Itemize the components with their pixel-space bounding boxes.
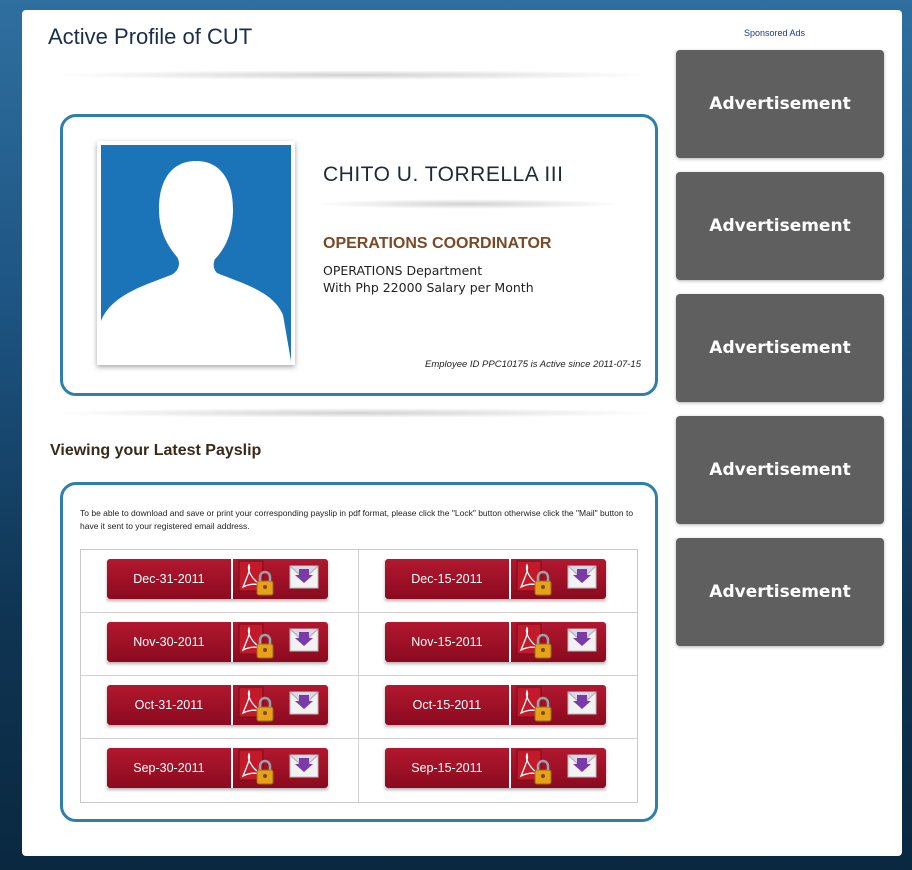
advertisement-box[interactable]: Advertisement	[676, 172, 884, 280]
payslip-button-group: Dec-15-2011	[385, 559, 606, 599]
payslip-cell: Nov-30-2011	[81, 613, 359, 676]
employee-position: OPERATIONS COORDINATOR	[323, 235, 552, 252]
payslip-date-button[interactable]: Oct-31-2011	[107, 685, 231, 725]
payslip-button-group: Oct-31-2011	[107, 685, 328, 725]
payslip-date-button[interactable]: Nov-30-2011	[107, 622, 231, 662]
mail-icon[interactable]	[567, 691, 597, 715]
payslip-actions	[510, 622, 606, 662]
payslip-actions	[510, 559, 606, 599]
payslip-actions	[232, 748, 328, 788]
payslip-button-group: Sep-15-2011	[385, 748, 606, 788]
payslip-section-title: Viewing your Latest Payslip	[50, 442, 262, 459]
payslip-actions	[510, 685, 606, 725]
employee-name: CHITO U. TORRELLA III	[323, 163, 564, 186]
payslip-actions	[510, 748, 606, 788]
pdf-lock-icon[interactable]	[515, 685, 555, 725]
payslip-date-button[interactable]: Nov-15-2011	[385, 622, 509, 662]
employee-department: OPERATIONS Department	[323, 263, 483, 278]
payslip-card: To be able to download and save or print…	[60, 482, 658, 822]
pdf-lock-icon[interactable]	[515, 622, 555, 662]
payslip-cell: Sep-30-2011	[81, 739, 359, 802]
pdf-lock-icon[interactable]	[237, 622, 277, 662]
payslip-grid: Dec-31-2011 Dec-15-2011 Nov-30-2011 Nov-15-…	[80, 549, 638, 803]
payslip-button-group: Nov-15-2011	[385, 622, 606, 662]
payslip-button-group: Sep-30-2011	[107, 748, 328, 788]
payslip-cell: Oct-15-2011	[359, 676, 637, 739]
payslip-cell: Dec-15-2011	[359, 550, 637, 613]
name-divider	[313, 199, 623, 209]
divider	[50, 408, 660, 418]
payslip-date-button[interactable]: Dec-15-2011	[385, 559, 509, 599]
mail-icon[interactable]	[289, 565, 319, 589]
payslip-cell: Oct-31-2011	[81, 676, 359, 739]
mail-icon[interactable]	[289, 691, 319, 715]
payslip-instructions: To be able to download and save or print…	[80, 508, 634, 531]
mail-icon[interactable]	[567, 628, 597, 652]
payslip-button-group: Dec-31-2011	[107, 559, 328, 599]
page-title: Active Profile of CUT	[48, 24, 253, 49]
payslip-cell: Dec-31-2011	[81, 550, 359, 613]
divider	[50, 70, 660, 80]
payslip-date-button[interactable]: Oct-15-2011	[385, 685, 509, 725]
pdf-lock-icon[interactable]	[237, 559, 277, 599]
payslip-button-group: Oct-15-2011	[385, 685, 606, 725]
main-panel: Active Profile of CUT CHITO U. TORRELLA …	[22, 10, 902, 856]
payslip-actions	[232, 559, 328, 599]
payslip-actions	[232, 685, 328, 725]
payslip-date-button[interactable]: Sep-15-2011	[385, 748, 509, 788]
advertisement-box[interactable]: Advertisement	[676, 416, 884, 524]
payslip-date-button[interactable]: Sep-30-2011	[107, 748, 231, 788]
mail-icon[interactable]	[289, 754, 319, 778]
advertisement-box[interactable]: Advertisement	[676, 538, 884, 646]
payslip-cell: Nov-15-2011	[359, 613, 637, 676]
payslip-cell: Sep-15-2011	[359, 739, 637, 802]
mail-icon[interactable]	[567, 565, 597, 589]
pdf-lock-icon[interactable]	[515, 748, 555, 788]
payslip-actions	[232, 622, 328, 662]
pdf-lock-icon[interactable]	[515, 559, 555, 599]
sponsored-ads-label: Sponsored Ads	[744, 28, 806, 38]
employee-status: Employee ID PPC10175 is Active since 201…	[425, 359, 641, 370]
advertisement-box[interactable]: Advertisement	[676, 294, 884, 402]
mail-icon[interactable]	[567, 754, 597, 778]
advertisement-box[interactable]: Advertisement	[676, 50, 884, 158]
person-silhouette-icon	[101, 161, 291, 361]
pdf-lock-icon[interactable]	[237, 685, 277, 725]
profile-card: CHITO U. TORRELLA III OPERATIONS COORDIN…	[60, 114, 658, 396]
profile-photo	[97, 141, 295, 365]
pdf-lock-icon[interactable]	[237, 748, 277, 788]
payslip-button-group: Nov-30-2011	[107, 622, 328, 662]
mail-icon[interactable]	[289, 628, 319, 652]
payslip-date-button[interactable]: Dec-31-2011	[107, 559, 231, 599]
employee-salary: With Php 22000 Salary per Month	[323, 280, 534, 295]
